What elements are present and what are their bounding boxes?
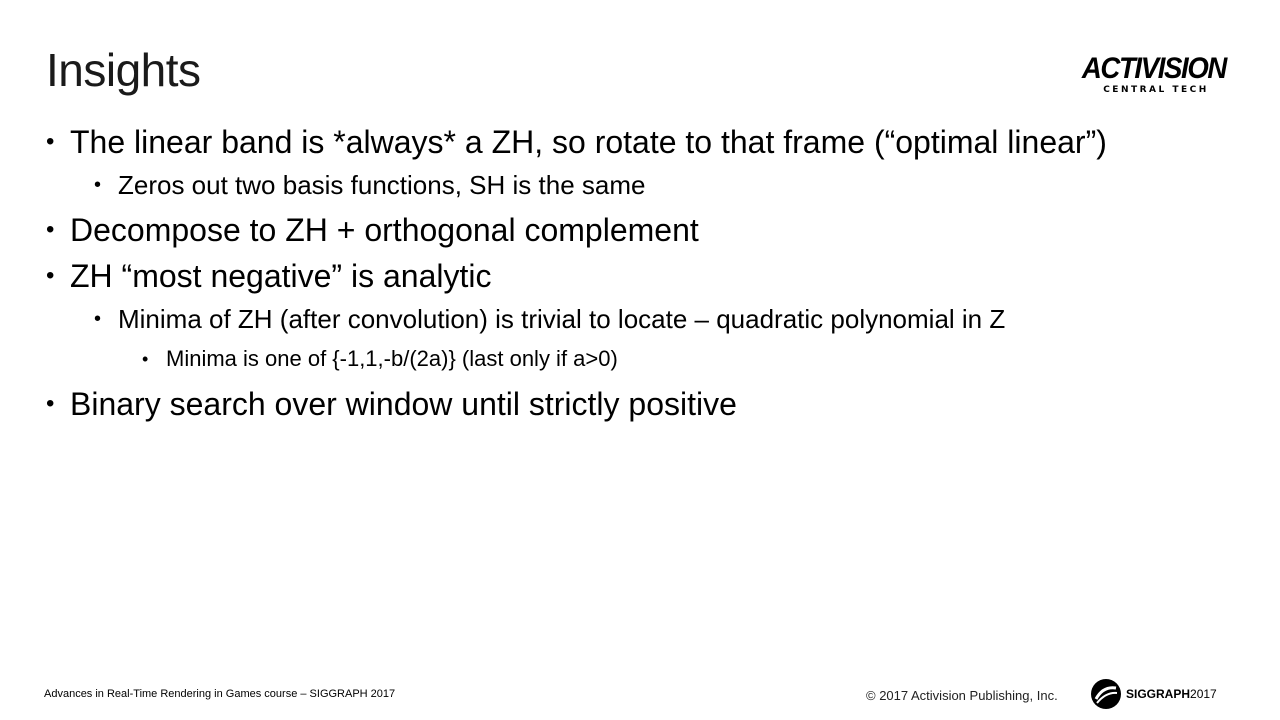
footer-course-label: Advances in Real-Time Rendering in Games… — [44, 688, 396, 700]
bullet-dot: • — [94, 308, 102, 330]
siggraph-logo: SIGGRAPH 2017 — [1090, 678, 1217, 710]
bullet-item: • Binary search over window until strict… — [46, 384, 1196, 424]
siggraph-word: SIGGRAPH — [1126, 687, 1191, 701]
bullet-text: Binary search over window until strictly… — [70, 386, 737, 422]
siggraph-year: 2017 — [1190, 687, 1217, 701]
logo-wordmark: ACTIVISION — [1081, 52, 1228, 85]
bullet-text: Decompose to ZH + orthogonal complement — [70, 212, 699, 248]
bullet-list: • The linear band is *always* a ZH, so r… — [46, 122, 1196, 430]
siggraph-emblem-icon — [1091, 679, 1121, 709]
sub-bullet-item: • Minima of ZH (after convolution) is tr… — [94, 302, 1196, 336]
footer-copyright: © 2017 Activision Publishing, Inc. — [866, 688, 1058, 703]
sub-sub-bullet-item: • Minima is one of {-1,1,-b/(2a)} (last … — [142, 344, 1196, 374]
bullet-dot: • — [46, 390, 55, 417]
bullet-item: • ZH “most negative” is analytic — [46, 256, 1196, 296]
bullet-dot: • — [46, 216, 55, 243]
bullet-text: Zeros out two basis functions, SH is the… — [118, 170, 646, 200]
bullet-dot: • — [46, 128, 55, 155]
sub-bullet-item: • Zeros out two basis functions, SH is t… — [94, 168, 1196, 202]
activision-central-tech-logo: ACTIVISION CENTRAL TECH — [1076, 52, 1228, 102]
bullet-text: Minima is one of {-1,1,-b/(2a)} (last on… — [166, 346, 618, 371]
slide-title: Insights — [46, 44, 201, 96]
bullet-text: Minima of ZH (after convolution) is triv… — [118, 304, 1006, 334]
bullet-dot: • — [46, 262, 55, 289]
logo-subtitle: CENTRAL TECH — [1103, 85, 1209, 95]
bullet-text: The linear band is *always* a ZH, so rot… — [70, 124, 1107, 160]
bullet-item: • Decompose to ZH + orthogonal complemen… — [46, 210, 1196, 250]
bullet-item: • The linear band is *always* a ZH, so r… — [46, 122, 1196, 162]
bullet-text: ZH “most negative” is analytic — [70, 258, 492, 294]
bullet-dot: • — [142, 349, 149, 369]
bullet-dot: • — [94, 174, 102, 196]
